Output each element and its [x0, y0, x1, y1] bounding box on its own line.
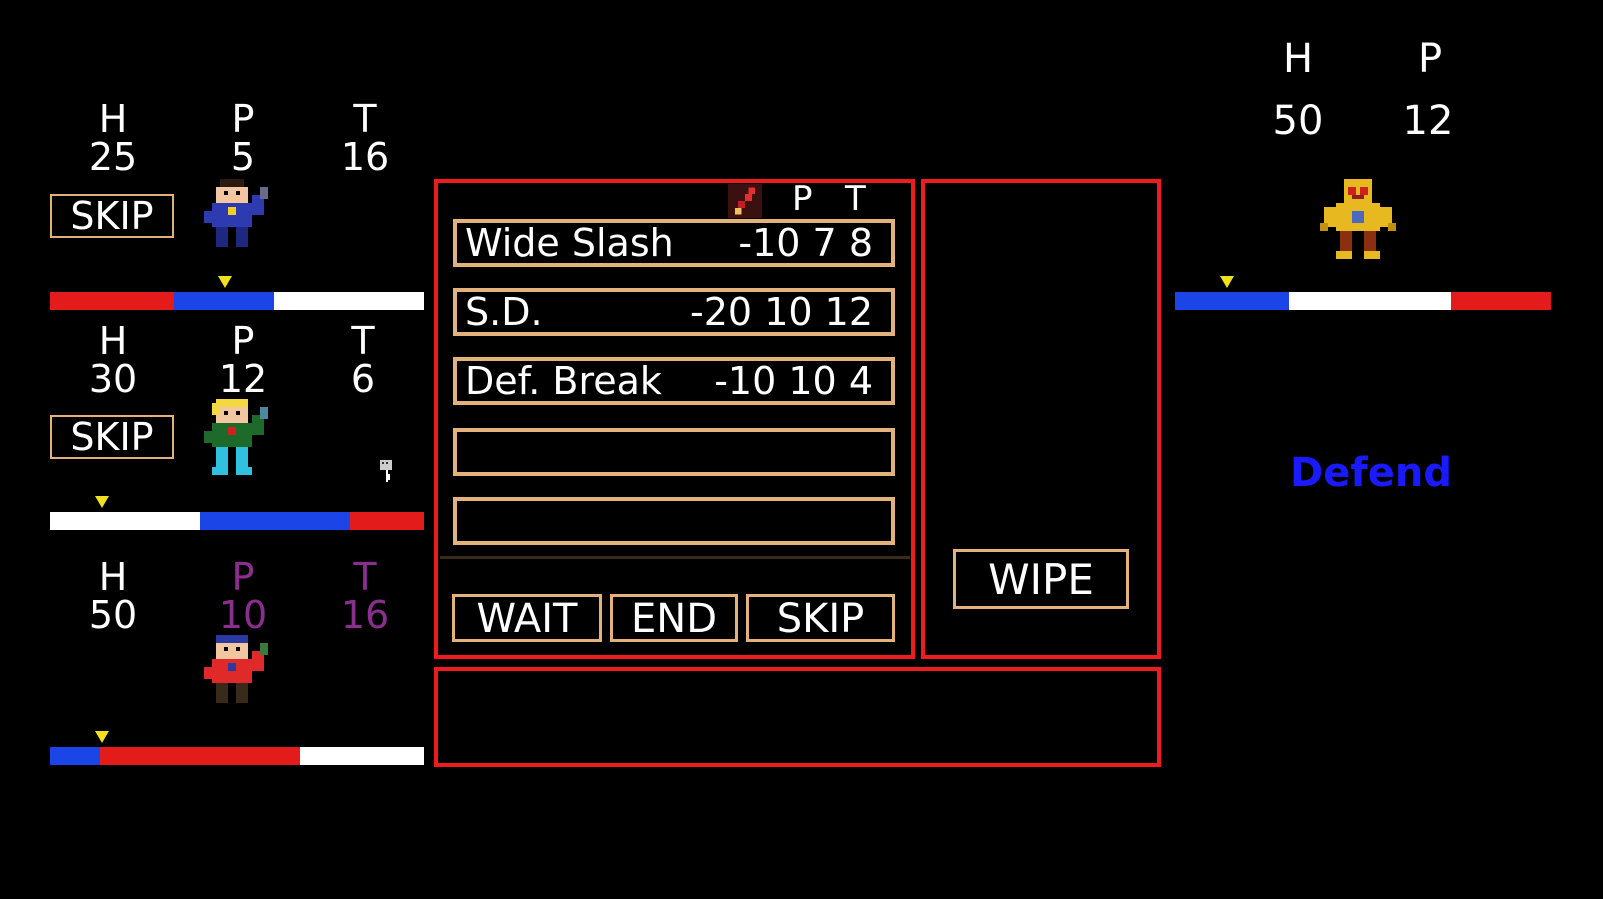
pp-label: P	[231, 97, 255, 141]
enemy-turn-marker-icon	[1220, 276, 1234, 288]
bar-blue-segment	[200, 512, 350, 530]
party3-timeline-bar	[50, 747, 424, 765]
skill-name: S.D.	[465, 290, 543, 334]
hp-label: H	[98, 319, 128, 363]
skill-stats: -10 7 8	[738, 223, 873, 263]
party2-h-stat: H 30	[78, 322, 148, 398]
skill-power: -10	[714, 359, 777, 403]
skill-t-cost: 12	[824, 290, 873, 334]
hp-value: 30	[88, 357, 138, 401]
enemy-h-label: H	[1282, 36, 1314, 82]
divider	[440, 556, 910, 559]
bar-red-segment	[50, 292, 174, 310]
party1-timeline-bar	[50, 292, 424, 310]
message-panel	[434, 667, 1161, 767]
party2-timeline-bar	[50, 512, 424, 530]
header-t-label: T	[845, 179, 866, 219]
skill-name: Def. Break	[465, 359, 662, 403]
hp-label: H	[98, 555, 128, 599]
skill-row[interactable]: S.D. -20 10 12	[453, 288, 895, 336]
party2-t-stat: T 6	[328, 322, 398, 398]
pp-label: P	[231, 555, 255, 599]
skill-p-cost: 7	[812, 221, 837, 265]
skill-p-cost: 10	[788, 359, 837, 403]
party1-hero-sprite[interactable]	[196, 178, 276, 260]
bar-white-segment	[300, 747, 424, 765]
party2-hero-sprite[interactable]	[196, 398, 276, 480]
pp-value: 12	[218, 357, 268, 401]
enemy-intent-label: Defend	[1290, 450, 1452, 496]
party1-p-stat: P 5	[208, 100, 278, 176]
end-button[interactable]: END	[610, 594, 738, 642]
party2-skip-button[interactable]: SKIP	[50, 415, 174, 459]
enemy-timeline-bar	[1175, 292, 1551, 310]
wipe-button[interactable]: WIPE	[953, 549, 1129, 609]
hp-label: H	[98, 97, 128, 141]
bar-white-segment	[274, 292, 424, 310]
party2-turn-marker-icon	[95, 496, 109, 508]
party1-skip-button[interactable]: SKIP	[50, 194, 174, 238]
party3-hero-sprite[interactable]	[196, 634, 276, 716]
tp-label: T	[353, 555, 377, 599]
bar-blue-segment	[174, 292, 274, 310]
enemy-p-value: 12	[1402, 98, 1454, 144]
skill-name: Wide Slash	[465, 221, 674, 265]
enemy-p-label: P	[1417, 36, 1443, 82]
tp-value: 16	[340, 593, 390, 637]
party3-p-stat: P 10	[208, 558, 278, 634]
party1-h-stat: H 25	[78, 100, 148, 176]
bar-red-segment	[350, 512, 424, 530]
tp-label: T	[351, 319, 375, 363]
skill-power: -20	[690, 290, 753, 334]
bar-blue-segment	[1175, 292, 1289, 310]
skill-row-empty[interactable]	[453, 428, 895, 476]
enemy-sprite[interactable]	[1320, 178, 1396, 260]
skill-row[interactable]: Def. Break -10 10 4	[453, 357, 895, 405]
bar-red-segment	[1451, 292, 1551, 310]
party1-t-stat: T 16	[330, 100, 400, 176]
pp-label: P	[231, 319, 255, 363]
tp-label: T	[353, 97, 377, 141]
hp-value: 50	[88, 593, 138, 637]
tp-value: 6	[350, 357, 376, 401]
skill-p-cost: 10	[764, 290, 813, 334]
skip-button[interactable]: SKIP	[746, 594, 895, 642]
mouse-cursor-icon	[380, 460, 392, 482]
skill-t-cost: 8	[848, 221, 873, 265]
hp-value: 25	[88, 135, 138, 179]
enemy-h-value: 50	[1272, 98, 1324, 144]
skill-stats: -10 10 4	[714, 361, 873, 401]
skill-stats: -20 10 12	[690, 292, 873, 332]
bar-white-segment	[1289, 292, 1451, 310]
skill-power: -10	[738, 221, 801, 265]
party3-turn-marker-icon	[95, 731, 109, 743]
party3-t-stat: T 16	[330, 558, 400, 634]
bar-blue-segment	[50, 747, 100, 765]
header-p-label: P	[792, 179, 813, 219]
tp-value: 16	[340, 135, 390, 179]
party1-turn-marker-icon	[218, 276, 232, 288]
pp-value: 10	[218, 593, 268, 637]
skill-t-cost: 4	[848, 359, 873, 403]
bar-red-segment	[100, 747, 300, 765]
party2-p-stat: P 12	[208, 322, 278, 398]
skill-row[interactable]: Wide Slash -10 7 8	[453, 219, 895, 267]
skill-row-empty[interactable]	[453, 497, 895, 545]
party3-h-stat: H 50	[78, 558, 148, 634]
sword-icon	[728, 184, 762, 218]
pp-value: 5	[230, 135, 256, 179]
bar-white-segment	[50, 512, 200, 530]
wait-button[interactable]: WAIT	[452, 594, 602, 642]
